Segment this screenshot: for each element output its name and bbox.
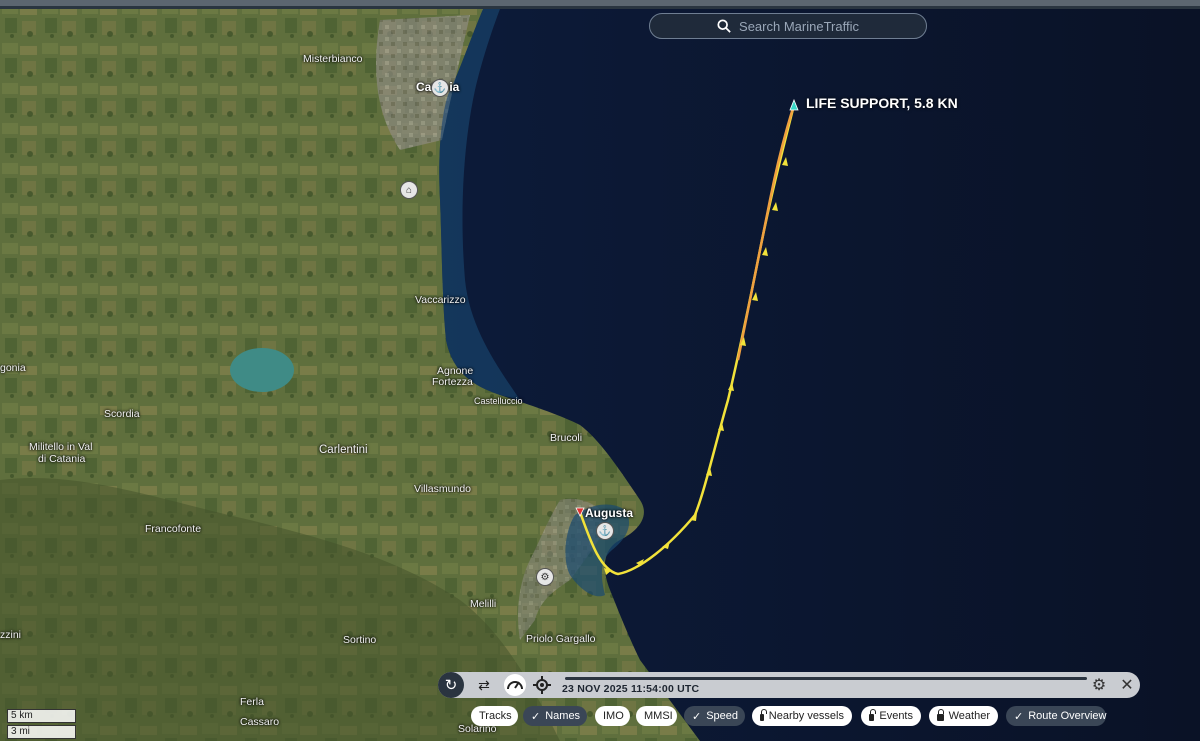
place-priolo: Priolo Gargallo [526,633,596,645]
scale-bar-imperial: 3 mi [7,725,76,739]
close-button[interactable]: ✕ [1118,676,1136,694]
toggle-route-overview[interactable]: ✓ Route Overview [1006,706,1106,726]
service-icon[interactable]: ⚙ [536,568,554,586]
replay-icon: ↻ [444,677,458,694]
place-cassaro: Cassaro [240,716,280,728]
check-icon: ✓ [1014,710,1024,723]
swap-icon: ⇄ [478,676,490,693]
gear-icon: ⚙ [1091,677,1107,694]
port-icon[interactable]: ⚓ [431,79,449,97]
browser-top-shadow [0,6,1200,9]
replay-button[interactable]: ↻ [438,672,464,698]
place-agonia: gonia [0,362,26,374]
speedometer-icon [507,681,523,690]
toggle-label: Nearby vessels [768,710,844,722]
toggle-names[interactable]: ✓ Names [523,706,587,726]
place-misterbianco: Misterbianco [303,53,363,65]
search-placeholder: Search MarineTraffic [739,18,859,34]
lake [230,348,294,392]
crosshair-icon [533,676,551,694]
check-icon: ✓ [531,710,541,723]
place-sortino: Sortino [343,634,377,646]
place-carlentini: Carlentini [319,444,368,456]
lock-icon [869,709,876,721]
scale-bar-metric: 5 km [7,709,76,723]
place-zzini: zzini [0,629,22,641]
toggle-label: IMO [603,710,624,722]
place-villasmundo: Villasmundo [414,483,472,495]
toggle-label: Tracks [479,710,512,722]
lock-icon [760,709,767,721]
search-bar[interactable]: Search MarineTraffic [649,13,927,39]
check-icon: ✓ [692,710,702,723]
close-icon: ✕ [1120,677,1134,694]
toggle-imo[interactable]: IMO [595,706,630,726]
playback-bar: ↻ ⇄ 23 NOV 2025 11:54:00 UTC ⚙ ✕ [438,672,1140,698]
shop-icon[interactable]: ⌂ [400,181,418,199]
place-scordia: Scordia [104,408,140,420]
toggle-mmsi[interactable]: MMSI [636,706,677,726]
toggle-tracks[interactable]: Tracks [471,706,518,726]
place-fortezza: Fortezza [432,376,473,388]
lock-icon [937,709,944,721]
place-brucoli: Brucoli [550,432,583,444]
place-francofonte: Francofonte [145,523,202,535]
place-vaccarizzo: Vaccarizzo [415,294,466,306]
playback-timestamp: 23 NOV 2025 11:54:00 UTC [562,683,700,695]
toggle-speed[interactable]: ✓ Speed [684,706,745,726]
toggle-label: Speed [706,710,739,722]
place-militello-1: Militello in Val [29,441,93,453]
toggle-label: Weather [948,710,990,722]
speed-button[interactable] [504,674,526,696]
timeline-slider[interactable] [565,677,1087,680]
map-canvas[interactable] [0,0,1200,741]
settings-button[interactable]: ⚙ [1090,676,1108,694]
place-melilli: Melilli [470,598,497,610]
toggle-label: Events [879,710,913,722]
toggle-label: Names [545,710,581,722]
locate-button[interactable] [532,675,552,695]
vessel-label[interactable]: LIFE SUPPORT, 5.8 KN [806,95,958,111]
port-icon[interactable]: ⚓ [596,522,614,540]
toggle-events[interactable]: Events [861,706,921,726]
toggle-nearby-vessels[interactable]: Nearby vessels [752,706,852,726]
place-militello-2: di Catania [38,453,86,465]
place-ferla: Ferla [240,696,264,708]
search-icon [717,19,731,33]
toggle-weather[interactable]: Weather [929,706,998,726]
place-castelluccio: Castelluccio [474,396,523,406]
swap-button[interactable]: ⇄ [474,676,494,694]
toggle-label: Route Overview [1028,710,1107,722]
place-augusta: Augusta [585,506,633,520]
toggle-label: MMSI [644,710,673,722]
